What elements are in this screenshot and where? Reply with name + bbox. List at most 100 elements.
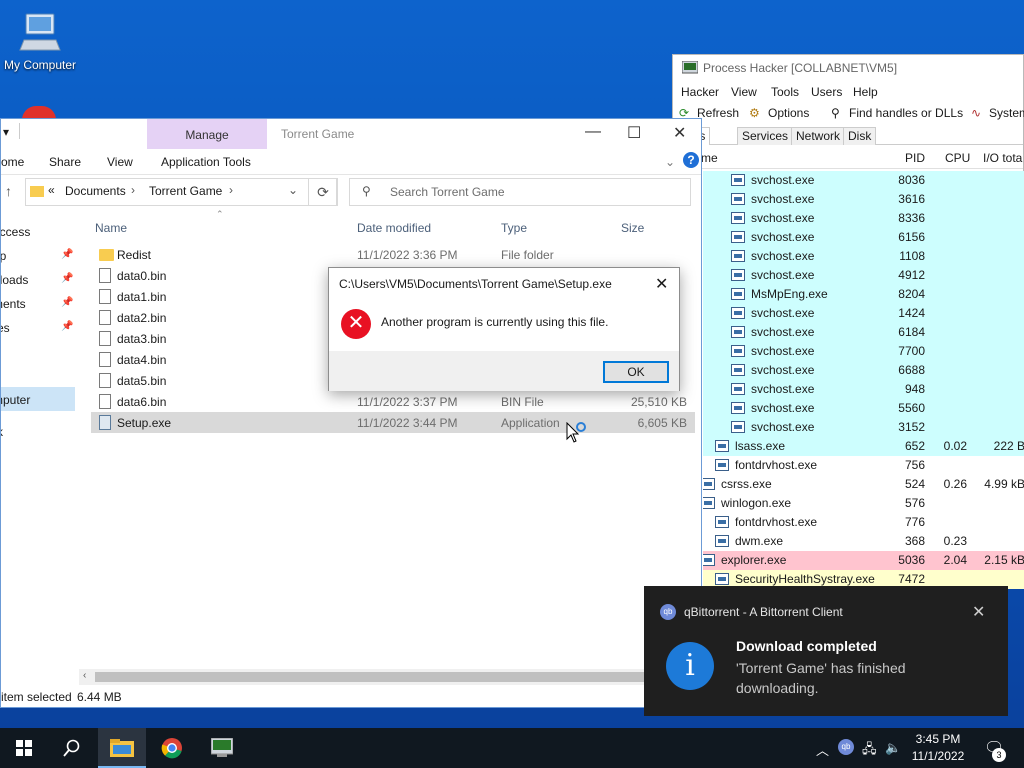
system-info-button[interactable]: System (989, 106, 1024, 120)
address-dropdown-icon[interactable]: ⌄ (288, 183, 298, 197)
qbittorrent-tray-icon[interactable]: qb (838, 739, 854, 755)
pin-icon[interactable]: 📌 (61, 321, 73, 332)
taskbar-process-hacker[interactable] (198, 728, 246, 768)
process-row[interactable]: svchost.exe 3616 (703, 190, 1024, 209)
tab-network[interactable]: Network (791, 127, 846, 145)
column-type[interactable]: Type (501, 221, 527, 235)
column-name[interactable]: me (701, 151, 718, 165)
start-button[interactable] (0, 728, 48, 768)
tab-application-tools[interactable]: Application Tools (161, 155, 251, 169)
process-row[interactable]: svchost.exe 3152 (703, 418, 1024, 437)
column-date-modified[interactable]: Date modified (357, 221, 431, 235)
process-row[interactable]: svchost.exe 1108 (703, 247, 1024, 266)
taskbar-chrome[interactable] (148, 728, 196, 768)
process-hacker-window[interactable]: Process Hacker [COLLABNET\VM5] Hacker Vi… (669, 54, 1024, 589)
column-pid[interactable]: PID (905, 151, 925, 165)
process-row[interactable]: svchost.exe 7700 (703, 342, 1024, 361)
process-row[interactable]: svchost.exe 6688 (703, 361, 1024, 380)
nav-item[interactable]: access (1, 219, 75, 243)
scrollbar-thumb[interactable] (95, 672, 655, 682)
minimize-button[interactable]: — (585, 123, 601, 141)
nav-item[interactable]: s (1, 363, 75, 387)
process-row[interactable]: MsMpEng.exe 8204 (703, 285, 1024, 304)
taskbar-clock[interactable]: 3:45 PM 11/1/2022 (905, 731, 971, 765)
process-row[interactable]: dwm.exe 368 0.23 (703, 532, 1024, 551)
search-box[interactable]: ⚲ Search Torrent Game (349, 178, 691, 206)
find-handles-button[interactable]: Find handles or DLLs (849, 106, 963, 120)
process-row[interactable]: lsass.exe 652 0.02 222 B (703, 437, 1024, 456)
process-row[interactable]: svchost.exe 1424 (703, 304, 1024, 323)
file-row[interactable]: data6.bin 11/1/2022 3:37 PM BIN File 25,510… (91, 391, 695, 412)
pin-icon[interactable]: 📌 (61, 297, 73, 308)
nav-item[interactable]: c (1, 339, 75, 363)
volume-icon[interactable]: 🔈 (885, 740, 901, 756)
tab-share[interactable]: Share (49, 155, 81, 169)
process-hacker-titlebar[interactable]: Process Hacker [COLLABNET\VM5] (673, 55, 1023, 81)
column-name[interactable]: Name (95, 221, 127, 235)
search-taskbar-button[interactable] (48, 728, 96, 768)
quick-access-dropdown-icon[interactable]: ▾ (3, 125, 9, 139)
breadcrumb-torrent-game[interactable]: Torrent Game (149, 184, 222, 198)
process-row[interactable]: svchost.exe 6156 (703, 228, 1024, 247)
file-explorer-window[interactable]: ▾ Manage Torrent Game — ☐ ✕ ome Share Vi… (0, 118, 702, 708)
tab-manage[interactable]: Manage (147, 119, 267, 149)
tab-view[interactable]: View (107, 155, 133, 169)
dialog-close-button[interactable]: ✕ (655, 274, 668, 294)
address-bar[interactable]: « Documents › Torrent Game › ⌄ (25, 178, 337, 206)
breadcrumb-overflow[interactable]: « (48, 183, 55, 197)
process-row[interactable]: svchost.exe 4912 (703, 266, 1024, 285)
tab-services[interactable]: Services (737, 127, 794, 145)
process-row[interactable]: fontdrvhost.exe 776 (703, 513, 1024, 532)
pin-icon[interactable]: 📌 (61, 249, 73, 260)
explorer-titlebar[interactable]: ▾ Manage Torrent Game — ☐ ✕ (1, 119, 701, 149)
process-row[interactable]: explorer.exe 5036 2.04 2.15 kB (703, 551, 1024, 570)
column-size[interactable]: Size (621, 221, 644, 235)
scroll-left-icon[interactable]: ‹ (83, 670, 86, 681)
help-icon[interactable]: ? (683, 152, 699, 168)
process-row[interactable]: winlogon.exe 576 (703, 494, 1024, 513)
menu-tools[interactable]: Tools (771, 85, 799, 99)
nav-item[interactable]: ments 📌 (1, 291, 75, 315)
column-io-total[interactable]: I/O tota (983, 151, 1022, 165)
maximize-button[interactable]: ☐ (627, 123, 641, 143)
qbittorrent-toast[interactable]: qb qBittorrent - A Bittorrent Client ✕ i… (644, 586, 1008, 716)
ok-button[interactable]: OK (603, 361, 669, 383)
menu-help[interactable]: Help (853, 85, 878, 99)
desktop-icon-my-computer[interactable]: My Computer (0, 8, 80, 80)
process-row[interactable]: svchost.exe 8036 (703, 171, 1024, 190)
refresh-button[interactable]: Refresh (697, 106, 739, 120)
process-name: svchost.exe (751, 401, 815, 415)
up-arrow-icon[interactable]: ↑ (5, 183, 12, 199)
nav-item[interactable]: mputer (1, 387, 75, 411)
menu-view[interactable]: View (731, 85, 757, 99)
close-button[interactable]: ✕ (673, 123, 686, 143)
process-row[interactable]: svchost.exe 948 (703, 380, 1024, 399)
nav-item[interactable]: res 📌 (1, 315, 75, 339)
process-row[interactable]: svchost.exe 8336 (703, 209, 1024, 228)
tab-home[interactable]: ome (1, 155, 24, 169)
process-row[interactable]: svchost.exe 6184 (703, 323, 1024, 342)
column-cpu[interactable]: CPU (945, 151, 970, 165)
tab-disk[interactable]: Disk (843, 127, 877, 145)
pin-icon[interactable]: 📌 (61, 273, 73, 284)
nav-item[interactable]: rk (1, 419, 75, 443)
taskbar-file-explorer[interactable] (98, 728, 146, 768)
tray-overflow-icon[interactable]: ︿ (816, 740, 829, 759)
nav-item[interactable]: op 📌 (1, 243, 75, 267)
network-icon[interactable]: 🖧 (862, 740, 877, 762)
horizontal-scrollbar[interactable]: ‹ (79, 669, 699, 685)
ribbon-expand-icon[interactable]: ⌄ (665, 155, 675, 169)
menu-hacker[interactable]: Hacker (681, 85, 719, 99)
toast-close-button[interactable]: ✕ (972, 602, 985, 622)
error-dialog[interactable]: C:\Users\VM5\Documents\Torrent Game\Setu… (328, 267, 680, 391)
process-row[interactable]: csrss.exe 524 0.26 4.99 kB (703, 475, 1024, 494)
process-row[interactable]: fontdrvhost.exe 756 (703, 456, 1024, 475)
refresh-button[interactable]: ⟳ (308, 178, 338, 206)
process-row[interactable]: svchost.exe 5560 (703, 399, 1024, 418)
menu-users[interactable]: Users (811, 85, 842, 99)
nav-item[interactable]: aloads 📌 (1, 267, 75, 291)
file-row[interactable]: Redist 11/1/2022 3:36 PM File folder (91, 244, 695, 265)
breadcrumb-documents[interactable]: Documents (65, 184, 126, 198)
file-row[interactable]: Setup.exe 11/1/2022 3:44 PM Application 6,6… (91, 412, 695, 433)
options-button[interactable]: Options (768, 106, 809, 120)
